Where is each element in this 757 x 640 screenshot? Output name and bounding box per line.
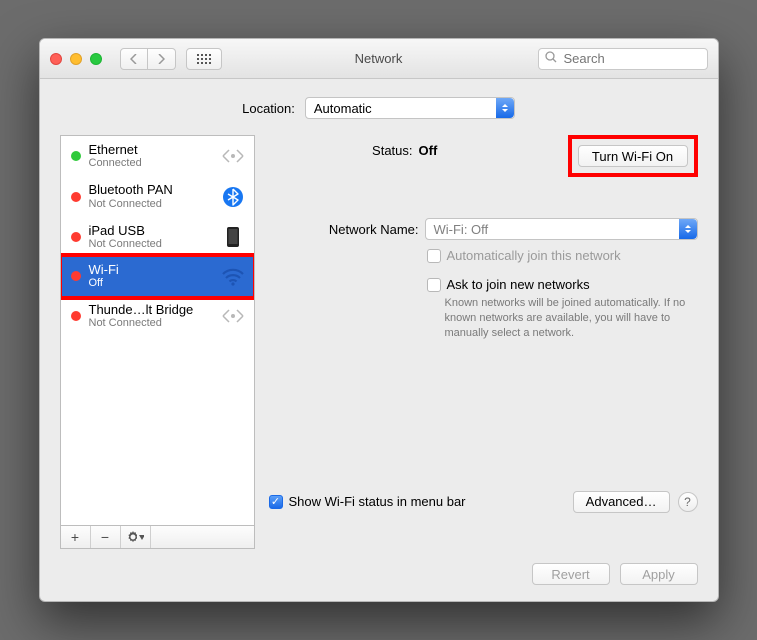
sidebar-item-status: Not Connected <box>89 238 212 250</box>
add-service-button[interactable]: + <box>61 526 91 548</box>
sidebar-item-label: iPad USB <box>89 224 212 238</box>
status-dot-icon <box>71 271 81 281</box>
show-menubar-label: Show Wi-Fi status in menu bar <box>289 494 466 509</box>
sidebar-item-status: Not Connected <box>89 317 212 329</box>
network-name-row: Network Name: Wi-Fi: Off <box>269 218 698 240</box>
auto-join-label: Automatically join this network <box>447 248 621 263</box>
search-input[interactable] <box>562 50 701 67</box>
detail-panel: Status: Off Turn Wi-Fi On Network Name: … <box>269 135 698 549</box>
location-row: Location: Automatic <box>60 97 698 119</box>
chevron-updown-icon <box>496 98 514 118</box>
sidebar-item-ethernet[interactable]: Ethernet Connected <box>61 136 254 176</box>
ethernet-icon <box>220 304 246 328</box>
close-icon[interactable] <box>50 53 62 65</box>
sidebar-item-status: Off <box>89 277 212 289</box>
sidebar-item-thunderbolt-bridge[interactable]: Thunde…lt Bridge Not Connected <box>61 296 254 336</box>
turn-wifi-on-button[interactable]: Turn Wi-Fi On <box>578 145 688 167</box>
zoom-icon[interactable] <box>90 53 102 65</box>
minimize-icon[interactable] <box>70 53 82 65</box>
sidebar-item-status: Not Connected <box>89 198 212 210</box>
status-value: Off <box>419 143 438 158</box>
service-list[interactable]: Ethernet Connected Bluetooth PAN Not Con… <box>60 135 255 525</box>
location-label: Location: <box>242 101 295 116</box>
wifi-icon <box>220 264 246 288</box>
location-value: Automatic <box>314 101 372 116</box>
sidebar-item-wifi[interactable]: Wi-Fi Off <box>61 256 254 296</box>
search-icon <box>545 51 557 66</box>
bottom-row: ✓ Show Wi-Fi status in menu bar Advanced… <box>269 491 698 513</box>
back-button[interactable] <box>120 48 148 70</box>
ethernet-icon <box>220 144 246 168</box>
sidebar-item-label: Ethernet <box>89 143 212 157</box>
help-button[interactable]: ? <box>678 492 698 512</box>
status-label: Status: <box>269 143 419 158</box>
forward-button[interactable] <box>148 48 176 70</box>
bluetooth-icon <box>220 185 246 209</box>
show-menubar-checkbox[interactable]: ✓ <box>269 495 283 509</box>
ask-join-row: Ask to join new networks <box>427 277 698 292</box>
network-name-select[interactable]: Wi-Fi: Off <box>425 218 698 240</box>
service-actions-button[interactable] <box>121 526 151 548</box>
network-name-value: Wi-Fi: Off <box>434 222 489 237</box>
sidebar-item-label: Thunde…lt Bridge <box>89 303 212 317</box>
footer-buttons: Revert Apply <box>60 563 698 585</box>
revert-button[interactable]: Revert <box>532 563 610 585</box>
sidebar-item-label: Wi-Fi <box>89 263 212 277</box>
auto-join-checkbox <box>427 249 441 263</box>
annotation-highlight: Turn Wi-Fi On <box>568 135 698 177</box>
sidebar-item-status: Connected <box>89 157 212 169</box>
service-sidebar: Ethernet Connected Bluetooth PAN Not Con… <box>60 135 255 549</box>
chevron-updown-icon <box>679 219 697 239</box>
advanced-button[interactable]: Advanced… <box>573 491 670 513</box>
ask-join-label: Ask to join new networks <box>447 277 590 292</box>
sidebar-item-label: Bluetooth PAN <box>89 183 212 197</box>
network-name-label: Network Name: <box>269 222 419 237</box>
ask-join-help-text: Known networks will be joined automatica… <box>445 296 695 341</box>
show-all-button[interactable] <box>186 48 222 70</box>
auto-join-row: Automatically join this network <box>427 248 698 263</box>
network-preferences-window: Network Location: Automatic <box>39 38 719 602</box>
ask-join-checkbox[interactable] <box>427 278 441 292</box>
apply-button[interactable]: Apply <box>620 563 698 585</box>
status-dot-icon <box>71 151 81 161</box>
status-dot-icon <box>71 232 81 242</box>
sidebar-item-ipad-usb[interactable]: iPad USB Not Connected <box>61 217 254 257</box>
status-dot-icon <box>71 311 81 321</box>
titlebar: Network <box>40 39 718 79</box>
remove-service-button[interactable]: − <box>91 526 121 548</box>
status-dot-icon <box>71 192 81 202</box>
nav-back-forward <box>120 48 176 70</box>
window-controls <box>50 53 102 65</box>
location-select[interactable]: Automatic <box>305 97 515 119</box>
sidebar-toolbar: + − <box>60 525 255 549</box>
sidebar-item-bluetooth-pan[interactable]: Bluetooth PAN Not Connected <box>61 176 254 216</box>
search-field[interactable] <box>538 48 708 70</box>
ipad-icon <box>220 225 246 249</box>
